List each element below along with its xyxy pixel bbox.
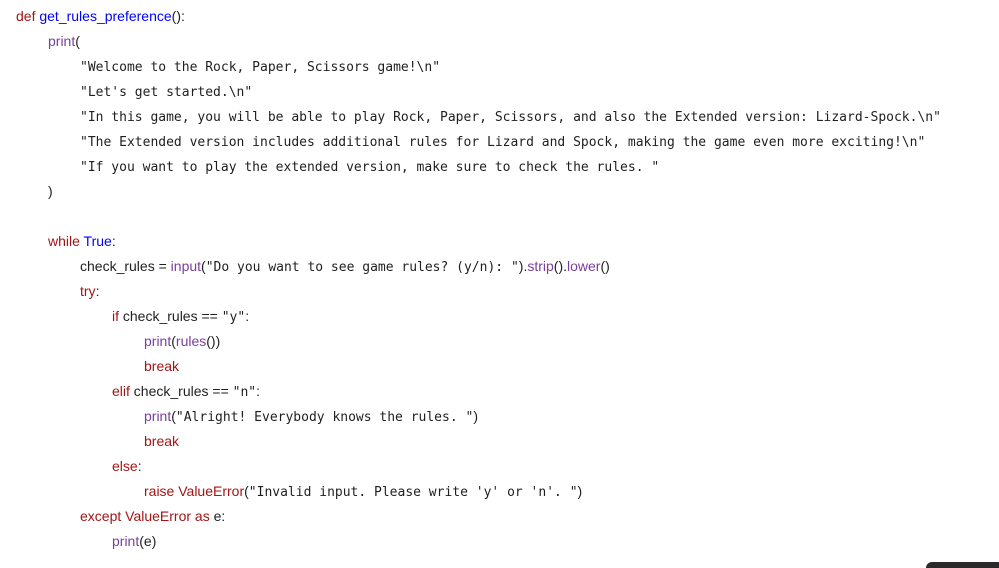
- code-token: ().: [553, 258, 568, 274]
- scroll-handle[interactable]: [926, 562, 999, 568]
- code-block: def get_rules_preference(): print("Welcom…: [0, 4, 999, 554]
- code-token: check_rules: [80, 258, 159, 274]
- code-line: if check_rules == "y":: [0, 304, 999, 329]
- code-token: ): [577, 483, 583, 499]
- code-line: def get_rules_preference():: [0, 4, 999, 29]
- code-token: ():: [171, 8, 185, 24]
- code-line: while True:: [0, 229, 999, 254]
- code-token: rules: [175, 333, 207, 349]
- code-token: except: [80, 508, 126, 524]
- code-token: (: [75, 33, 80, 49]
- code-token: :: [111, 233, 116, 249]
- code-line: break: [0, 429, 999, 454]
- code-line: try:: [0, 279, 999, 304]
- code-line: "The Extended version includes additiona…: [0, 129, 999, 154]
- code-line: break: [0, 354, 999, 379]
- code-token: ValueError: [178, 483, 245, 499]
- code-token: def: [16, 8, 40, 24]
- code-token: check_rules: [133, 383, 213, 399]
- code-viewer: def get_rules_preference(): print("Welcom…: [0, 0, 999, 568]
- code-token: :: [221, 508, 226, 524]
- code-token: "Let's get started.\n": [80, 85, 253, 100]
- code-token: elif: [112, 383, 134, 399]
- code-line: print(e): [0, 529, 999, 554]
- code-line: "If you want to play the extended versio…: [0, 154, 999, 179]
- code-token: break: [144, 358, 180, 374]
- code-token: e: [143, 533, 152, 549]
- code-line: raise ValueError("Invalid input. Please …: [0, 479, 999, 504]
- code-token: "If you want to play the extended versio…: [80, 160, 660, 175]
- code-token: ): [48, 183, 53, 199]
- code-token: print: [112, 533, 140, 549]
- code-line: elif check_rules == "n":: [0, 379, 999, 404]
- code-token: get_rules_preference: [39, 8, 172, 24]
- code-token: try: [80, 283, 96, 299]
- code-token: (): [600, 258, 610, 274]
- code-token: "Invalid input. Please write 'y' or 'n'.…: [248, 485, 578, 500]
- code-token: while: [48, 233, 84, 249]
- code-line: ): [0, 179, 999, 204]
- code-token: "Alright! Everybody knows the rules. ": [175, 410, 474, 425]
- code-token: :: [95, 283, 100, 299]
- code-line: "Let's get started.\n": [0, 79, 999, 104]
- code-token: ValueError: [125, 508, 195, 524]
- code-token: raise: [144, 483, 179, 499]
- code-token: :: [256, 383, 261, 399]
- code-token: strip: [527, 258, 554, 274]
- code-line: "Welcome to the Rock, Paper, Scissors ga…: [0, 54, 999, 79]
- code-line: print(: [0, 29, 999, 54]
- code-token: "n": [232, 385, 257, 400]
- code-token: =: [158, 258, 171, 274]
- code-line: check_rules = input("Do you want to see …: [0, 254, 999, 279]
- code-line: print(rules()): [0, 329, 999, 354]
- code-token: print: [48, 33, 76, 49]
- code-token: "The Extended version includes additiona…: [80, 135, 926, 150]
- code-token: :: [245, 308, 250, 324]
- code-token: break: [144, 433, 180, 449]
- code-token: print: [144, 408, 172, 424]
- code-token: ()): [206, 333, 221, 349]
- code-token: check_rules: [122, 308, 202, 324]
- code-token: "Do you want to see game rules? (y/n): ": [205, 260, 519, 275]
- code-line: print("Alright! Everybody knows the rule…: [0, 404, 999, 429]
- code-token: "In this game, you will be able to play …: [80, 110, 941, 125]
- code-line: "In this game, you will be able to play …: [0, 104, 999, 129]
- code-token: "y": [221, 310, 246, 325]
- code-token: ): [473, 408, 478, 424]
- code-token: as: [194, 508, 214, 524]
- code-token: if: [112, 308, 123, 324]
- code-line: except ValueError as e:: [0, 504, 999, 529]
- code-token: ): [151, 533, 157, 549]
- code-line: else:: [0, 454, 999, 479]
- code-token: True: [83, 233, 112, 249]
- code-token: lower: [567, 258, 601, 274]
- code-token: :: [137, 458, 142, 474]
- code-token: print: [144, 333, 172, 349]
- code-token: input: [170, 258, 202, 274]
- code-token: ==: [201, 308, 222, 324]
- code-token: ==: [212, 383, 233, 399]
- code-token: "Welcome to the Rock, Paper, Scissors ga…: [80, 60, 441, 75]
- code-token: else: [112, 458, 138, 474]
